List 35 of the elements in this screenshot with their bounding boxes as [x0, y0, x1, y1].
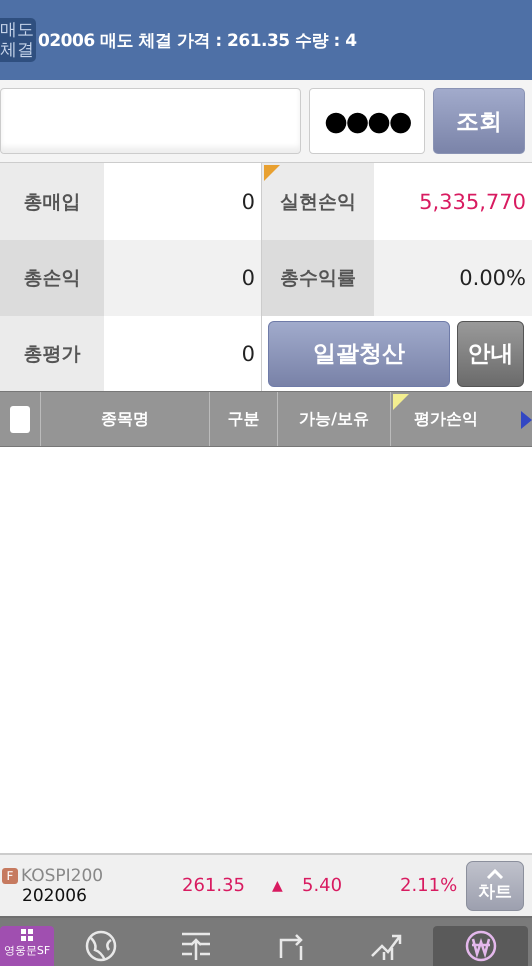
contract-code: 202006 — [21, 886, 88, 906]
grid-icon — [21, 929, 33, 941]
info-button[interactable]: 안내 — [457, 320, 524, 386]
summary-label: 총손익 — [0, 240, 104, 316]
column-header: 가능/보유 — [299, 408, 369, 430]
notification-text: 02006 매도 체결 가격 : 261.35 수량 : 4 — [38, 30, 357, 52]
summary-label: 총매입 — [0, 163, 104, 240]
rate-text: 2.11% — [400, 875, 458, 896]
password-field[interactable]: ●●●● — [309, 88, 426, 154]
list-icon — [180, 930, 212, 962]
app-logo-button[interactable]: 영웅문SF — [0, 926, 54, 966]
chart-button[interactable]: 차트 — [466, 860, 524, 910]
change-text: 5.40 — [302, 875, 344, 896]
summary-label: 총평가 — [0, 316, 104, 391]
summary-label: 실현손익 — [262, 163, 374, 240]
index-name: KOSPI200 — [21, 866, 104, 886]
nav-tab[interactable] — [433, 926, 528, 966]
summary-value: 0 — [104, 240, 262, 316]
summary-value: 0.00% — [374, 240, 532, 316]
liquidate-button[interactable]: 일괄청산 — [268, 320, 450, 386]
globe-icon — [85, 930, 118, 962]
futures-badge: F — [2, 868, 18, 884]
account-field[interactable] — [0, 88, 302, 154]
search-button[interactable]: 조회 — [433, 88, 525, 154]
up-arrow-icon: ▲ — [272, 878, 302, 894]
status-badge: 매도 체결 — [0, 18, 36, 62]
caret-icon — [486, 868, 504, 878]
column-header: 구분 — [228, 408, 260, 430]
scroll-right-icon[interactable] — [521, 411, 532, 429]
column-header: 평가손익 — [414, 408, 478, 430]
select-all-checkbox[interactable] — [10, 406, 30, 432]
won-icon — [464, 930, 497, 962]
summary-label: 총수익률 — [262, 240, 374, 316]
column-header: 종목명 — [101, 408, 149, 430]
price-text: 261.35 — [182, 875, 246, 896]
